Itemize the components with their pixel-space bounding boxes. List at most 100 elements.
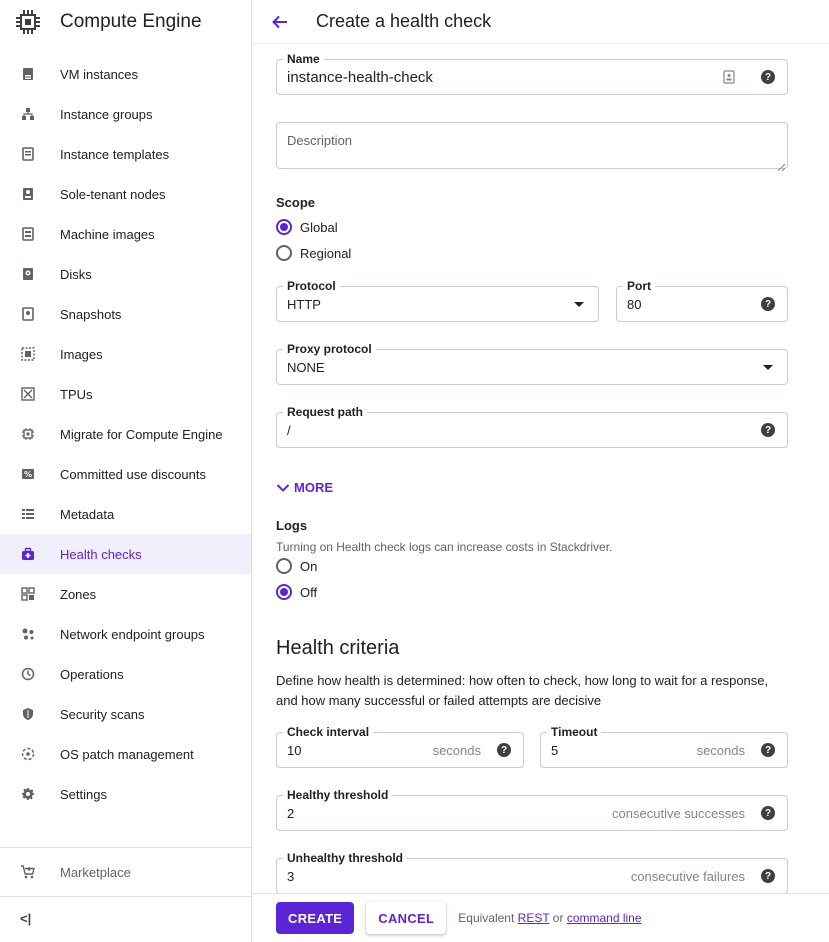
logs-label: Logs bbox=[276, 518, 308, 533]
proxy-protocol-value: NONE bbox=[287, 360, 325, 375]
gear-icon bbox=[20, 786, 36, 802]
logs-off-radio[interactable]: Off bbox=[276, 584, 317, 600]
page-header: Create a health check bbox=[252, 0, 829, 44]
sidebar-item-label: Sole-tenant nodes bbox=[60, 186, 166, 202]
sidebar-item-instance-templates[interactable]: Instance templates bbox=[0, 134, 251, 174]
request-path-field[interactable]: Request path / ? bbox=[276, 405, 788, 448]
machine-image-icon bbox=[20, 226, 36, 242]
unhealthy-threshold-field[interactable]: Unhealthy threshold 3 consecutive failur… bbox=[276, 851, 788, 893]
port-input[interactable]: 80 bbox=[627, 297, 641, 312]
sidebar-item-label: Instance templates bbox=[60, 146, 170, 162]
sidebar-item-label: Migrate for Compute Engine bbox=[60, 426, 223, 442]
patch-icon bbox=[20, 746, 36, 762]
request-path-input[interactable]: / bbox=[287, 423, 291, 438]
sidebar-item-zones[interactable]: Zones bbox=[0, 574, 251, 614]
sidebar-item-vm-instances[interactable]: VM instances bbox=[0, 54, 251, 94]
help-icon[interactable]: ? bbox=[761, 806, 775, 820]
help-icon[interactable]: ? bbox=[761, 423, 775, 437]
scope-regional-radio[interactable]: Regional bbox=[276, 245, 351, 261]
collapse-sidebar-button[interactable]: <| bbox=[20, 906, 36, 930]
create-button[interactable]: CREATE bbox=[276, 902, 355, 934]
percent-icon: % bbox=[20, 466, 36, 482]
sidebar-item-committed-use-discounts[interactable]: % Committed use discounts bbox=[0, 454, 251, 494]
tpu-icon bbox=[20, 386, 36, 402]
sidebar-item-settings[interactable]: Settings bbox=[0, 774, 251, 814]
compute-chip-icon bbox=[12, 6, 44, 38]
cart-icon bbox=[20, 864, 36, 880]
sidebar-item-sole-tenant-nodes[interactable]: Sole-tenant nodes bbox=[0, 174, 251, 214]
check-interval-unit: seconds bbox=[432, 743, 481, 758]
logs-description: Turning on Health check logs can increas… bbox=[276, 540, 613, 554]
marketplace-label: Marketplace bbox=[60, 864, 131, 880]
scope-global-radio[interactable]: Global bbox=[276, 219, 338, 235]
more-label: MORE bbox=[294, 480, 333, 495]
timeout-unit: seconds bbox=[696, 743, 745, 758]
check-interval-input[interactable]: 10 bbox=[287, 743, 301, 758]
healthy-threshold-unit: consecutive successes bbox=[612, 806, 745, 821]
sidebar-item-os-patch-management[interactable]: OS patch management bbox=[0, 734, 251, 774]
timeout-input[interactable]: 5 bbox=[551, 743, 558, 758]
sidebar-item-snapshots[interactable]: Snapshots bbox=[0, 294, 251, 334]
help-icon[interactable]: ? bbox=[761, 869, 775, 883]
sidebar-item-machine-images[interactable]: Machine images bbox=[0, 214, 251, 254]
radio-label: On bbox=[300, 558, 318, 574]
help-icon[interactable]: ? bbox=[761, 743, 775, 757]
help-icon[interactable]: ? bbox=[497, 743, 511, 757]
cancel-button[interactable]: CANCEL bbox=[366, 902, 447, 934]
unhealthy-threshold-unit: consecutive failures bbox=[630, 869, 745, 884]
collapse-icon: <| bbox=[20, 910, 32, 926]
sidebar-item-network-endpoint-groups[interactable]: Network endpoint groups bbox=[0, 614, 251, 654]
unhealthy-threshold-input[interactable]: 3 bbox=[287, 869, 294, 884]
timeout-field[interactable]: Timeout 5 seconds ? bbox=[540, 725, 788, 768]
radio-label: Regional bbox=[300, 245, 352, 261]
sidebar-item-label: Operations bbox=[60, 666, 124, 682]
proxy-protocol-select[interactable]: Proxy protocol NONE bbox=[276, 342, 788, 385]
check-interval-field[interactable]: Check interval 10 seconds ? bbox=[276, 725, 524, 768]
healthy-threshold-input[interactable]: 2 bbox=[287, 806, 294, 821]
sidebar-item-marketplace[interactable]: Marketplace bbox=[0, 852, 251, 892]
resize-handle-icon[interactable] bbox=[777, 158, 786, 172]
radio-checked-icon bbox=[276, 219, 292, 235]
list-icon bbox=[20, 506, 36, 522]
request-path-label: Request path bbox=[283, 405, 368, 419]
name-field[interactable]: Name instance-health-check ? bbox=[276, 52, 788, 95]
logs-on-radio[interactable]: On bbox=[276, 558, 317, 574]
sidebar-item-migrate[interactable]: Migrate for Compute Engine bbox=[0, 414, 251, 454]
sidebar-item-security-scans[interactable]: Security scans bbox=[0, 694, 251, 734]
brand[interactable]: Compute Engine bbox=[0, 0, 251, 44]
more-toggle[interactable]: MORE bbox=[276, 480, 333, 495]
sidebar-nav: VM instances Instance groups Instance te… bbox=[0, 54, 251, 814]
sidebar-item-label: Security scans bbox=[60, 706, 145, 722]
medical-bag-icon bbox=[20, 546, 36, 562]
rest-link[interactable]: REST bbox=[518, 911, 550, 925]
sidebar-item-metadata[interactable]: Metadata bbox=[0, 494, 251, 534]
sidebar-item-disks[interactable]: Disks bbox=[0, 254, 251, 294]
equivalent-prefix: Equivalent bbox=[458, 911, 515, 925]
healthy-threshold-label: Healthy threshold bbox=[283, 788, 393, 802]
radio-label: Global bbox=[300, 219, 338, 235]
equivalent-text: Equivalent REST or command line bbox=[458, 911, 641, 925]
product-name: Compute Engine bbox=[60, 11, 202, 32]
command-line-link[interactable]: command line bbox=[567, 911, 642, 925]
sidebar-item-label: Snapshots bbox=[60, 306, 122, 322]
help-icon[interactable]: ? bbox=[761, 70, 775, 84]
name-label: Name bbox=[283, 52, 324, 66]
healthy-threshold-field[interactable]: Healthy threshold 2 consecutive successe… bbox=[276, 788, 788, 831]
sidebar-item-instance-groups[interactable]: Instance groups bbox=[0, 94, 251, 134]
port-field[interactable]: Port 80 ? bbox=[616, 279, 788, 322]
description-field[interactable]: Description bbox=[276, 122, 788, 172]
sidebar-item-tpus[interactable]: TPUs bbox=[0, 374, 251, 414]
groups-icon bbox=[20, 106, 36, 122]
dropdown-arrow-icon bbox=[763, 365, 773, 370]
protocol-select[interactable]: Protocol HTTP bbox=[276, 279, 599, 322]
contact-card-icon[interactable] bbox=[723, 70, 735, 84]
sidebar-item-operations[interactable]: Operations bbox=[0, 654, 251, 694]
radio-label: Off bbox=[300, 584, 318, 600]
back-arrow-icon[interactable] bbox=[268, 10, 292, 34]
sidebar-item-health-checks[interactable]: Health checks bbox=[0, 534, 251, 574]
sidebar-item-label: Health checks bbox=[60, 546, 142, 562]
sidebar-item-label: Images bbox=[60, 346, 103, 362]
sidebar-item-images[interactable]: Images bbox=[0, 334, 251, 374]
help-icon[interactable]: ? bbox=[761, 297, 775, 311]
name-input[interactable]: instance-health-check bbox=[287, 69, 433, 86]
